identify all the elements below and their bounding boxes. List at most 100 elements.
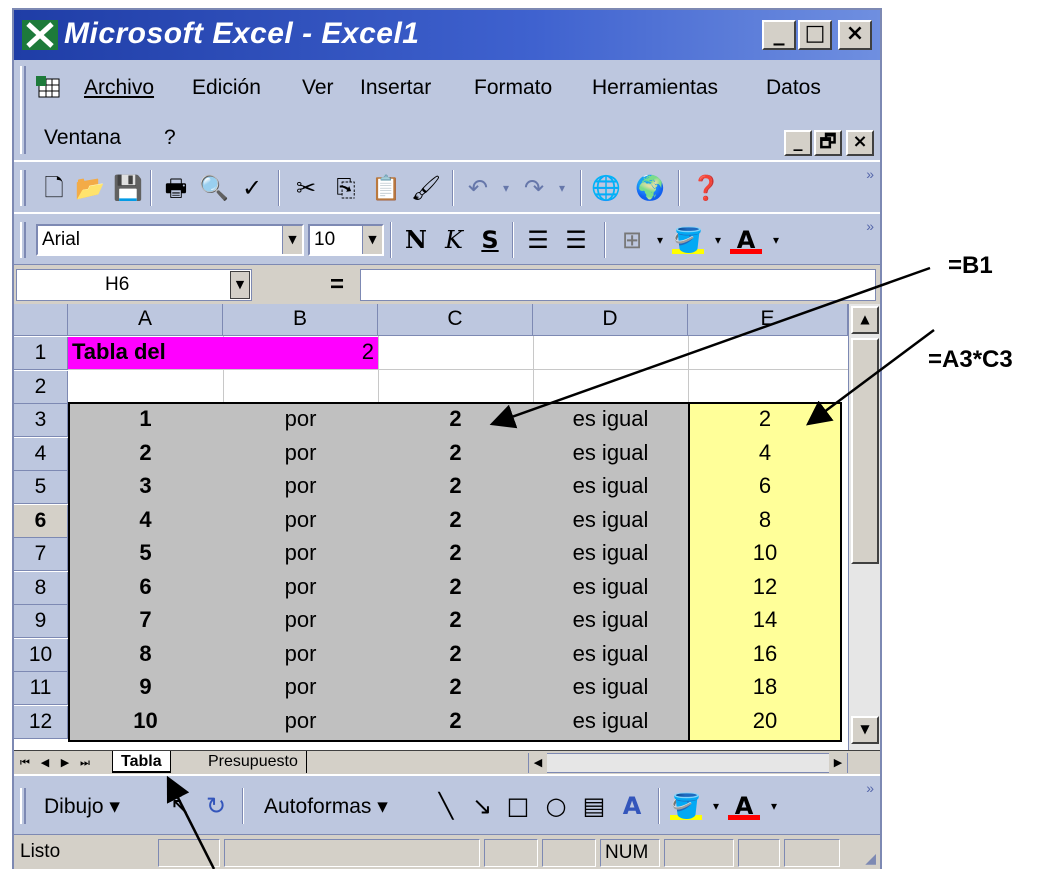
row-header-2[interactable]: 2 — [14, 370, 68, 404]
cell-a5[interactable]: 3 — [68, 473, 223, 499]
column-header-c[interactable]: C — [378, 304, 533, 336]
font-color-icon[interactable]: A — [730, 224, 762, 254]
cut-icon[interactable]: ✂ — [290, 172, 322, 204]
cell-a7[interactable]: 5 — [68, 540, 223, 566]
first-sheet-icon[interactable]: ⏮ — [16, 753, 34, 773]
cell-a10[interactable]: 8 — [68, 641, 223, 667]
cell-c12[interactable]: 2 — [378, 708, 533, 734]
cell-e6[interactable]: 8 — [688, 507, 842, 533]
column-header-b[interactable]: B — [223, 304, 378, 336]
menu-ver[interactable]: Ver — [302, 76, 334, 100]
select-objects-icon[interactable]: ↖ — [164, 790, 196, 822]
align-left-icon[interactable]: ☰ — [522, 224, 554, 256]
text-box-icon[interactable]: ▤ — [578, 790, 610, 822]
menu-ventana[interactable]: Ventana — [44, 126, 121, 150]
cell-d9[interactable]: es igual — [533, 607, 688, 633]
row-header-10[interactable]: 10 — [14, 638, 68, 672]
help-icon[interactable]: ❓ — [690, 172, 722, 204]
menu-edicion[interactable]: Edición — [192, 76, 261, 100]
menu-herramientas[interactable]: Herramientas — [592, 76, 718, 100]
copy-icon[interactable]: ⎘ — [330, 172, 362, 204]
toolbar-grip[interactable] — [20, 788, 26, 824]
row-header-1[interactable]: 1 — [14, 337, 68, 370]
cell-d12[interactable]: es igual — [533, 708, 688, 734]
cell-c6[interactable]: 2 — [378, 507, 533, 533]
cell-a4[interactable]: 2 — [68, 440, 223, 466]
cell-e5[interactable]: 6 — [688, 473, 842, 499]
row-header-11[interactable]: 11 — [14, 672, 68, 705]
row-header-7[interactable]: 7 — [14, 538, 68, 571]
web-toolbar-icon[interactable]: 🌐 — [590, 172, 622, 204]
print-icon[interactable]: 🖶 — [160, 172, 192, 204]
underline-button[interactable]: S — [474, 224, 506, 256]
oval-icon[interactable]: ○ — [540, 790, 572, 822]
menu-formato[interactable]: Formato — [474, 76, 552, 100]
cell-e8[interactable]: 12 — [688, 574, 842, 600]
cell-c9[interactable]: 2 — [378, 607, 533, 633]
scroll-up-icon[interactable]: ▲ — [851, 306, 879, 334]
row-header-8[interactable]: 8 — [14, 571, 68, 605]
scroll-left-icon[interactable]: ◀ — [529, 753, 547, 773]
redo-dropdown-icon[interactable]: ▾ — [546, 172, 578, 204]
cell-a9[interactable]: 7 — [68, 607, 223, 633]
cell-a11[interactable]: 9 — [68, 674, 223, 700]
free-rotate-icon[interactable]: ↻ — [200, 790, 232, 822]
menu-grip[interactable] — [20, 66, 26, 154]
name-box[interactable]: H6 — [16, 269, 252, 301]
font-color-icon[interactable]: A — [728, 790, 760, 820]
title-value-cell[interactable]: 2 — [334, 339, 374, 365]
new-document-icon[interactable]: 🗋 — [38, 172, 70, 204]
fill-color-icon[interactable]: 🪣 — [670, 790, 702, 820]
cell-e12[interactable]: 20 — [688, 708, 842, 734]
cell-e7[interactable]: 10 — [688, 540, 842, 566]
open-folder-icon[interactable]: 📂 — [74, 172, 106, 204]
cell-e10[interactable]: 16 — [688, 641, 842, 667]
cell-c5[interactable]: 2 — [378, 473, 533, 499]
toolbar-more-icon[interactable]: » — [866, 166, 874, 182]
workbook-minimize-button[interactable]: _ — [784, 130, 812, 156]
cell-d7[interactable]: es igual — [533, 540, 688, 566]
cell-b7[interactable]: por — [223, 540, 378, 566]
select-all-corner[interactable] — [14, 304, 68, 336]
cell-e11[interactable]: 18 — [688, 674, 842, 700]
toolbar-more-icon[interactable]: » — [866, 218, 874, 234]
row-header-9[interactable]: 9 — [14, 605, 68, 638]
autoformas-menu[interactable]: Autoformas ▾ — [264, 794, 388, 819]
menu-archivo[interactable]: Archivo — [84, 76, 154, 100]
prev-sheet-icon[interactable]: ◀ — [36, 753, 54, 773]
menu-datos[interactable]: Datos — [766, 76, 821, 100]
tab-tabla[interactable]: Tabla — [112, 751, 171, 773]
dibujo-menu[interactable]: Dibujo ▾ — [44, 794, 120, 819]
cell-b4[interactable]: por — [223, 440, 378, 466]
globe-icon[interactable]: 🌍 — [634, 172, 666, 204]
row-header-5[interactable]: 5 — [14, 471, 68, 504]
cell-a3[interactable]: 1 — [68, 406, 223, 432]
arrow-icon[interactable]: ↘ — [466, 790, 498, 822]
cell-c3[interactable]: 2 — [378, 406, 533, 432]
cell-b11[interactable]: por — [223, 674, 378, 700]
cell-a6[interactable]: 4 — [68, 507, 223, 533]
close-button[interactable]: × — [838, 20, 872, 50]
chevron-down-icon[interactable]: ▼ — [230, 271, 250, 299]
title-cell[interactable]: Tabla del — [72, 339, 166, 365]
cell-b12[interactable]: por — [223, 708, 378, 734]
fill-color-icon[interactable]: 🪣 — [672, 224, 704, 254]
cell-b8[interactable]: por — [223, 574, 378, 600]
cell-c10[interactable]: 2 — [378, 641, 533, 667]
print-preview-icon[interactable]: 🔍 — [198, 172, 230, 204]
font-size-select[interactable]: 10 ▼ — [308, 224, 384, 256]
cell-b3[interactable]: por — [223, 406, 378, 432]
equals-button[interactable]: = — [330, 271, 344, 299]
save-disk-icon[interactable]: 💾 — [112, 172, 144, 204]
font-color-dropdown-icon[interactable]: ▾ — [760, 224, 792, 256]
cell-c7[interactable]: 2 — [378, 540, 533, 566]
row-header-4[interactable]: 4 — [14, 437, 68, 471]
cell-a8[interactable]: 6 — [68, 574, 223, 600]
row-header-12[interactable]: 12 — [14, 705, 68, 739]
cell-d10[interactable]: es igual — [533, 641, 688, 667]
maximize-button[interactable]: □ — [798, 20, 832, 50]
last-sheet-icon[interactable]: ⏭ — [76, 753, 94, 773]
scroll-thumb[interactable] — [851, 338, 879, 564]
cell-a12[interactable]: 10 — [68, 708, 223, 734]
cell-e4[interactable]: 4 — [688, 440, 842, 466]
